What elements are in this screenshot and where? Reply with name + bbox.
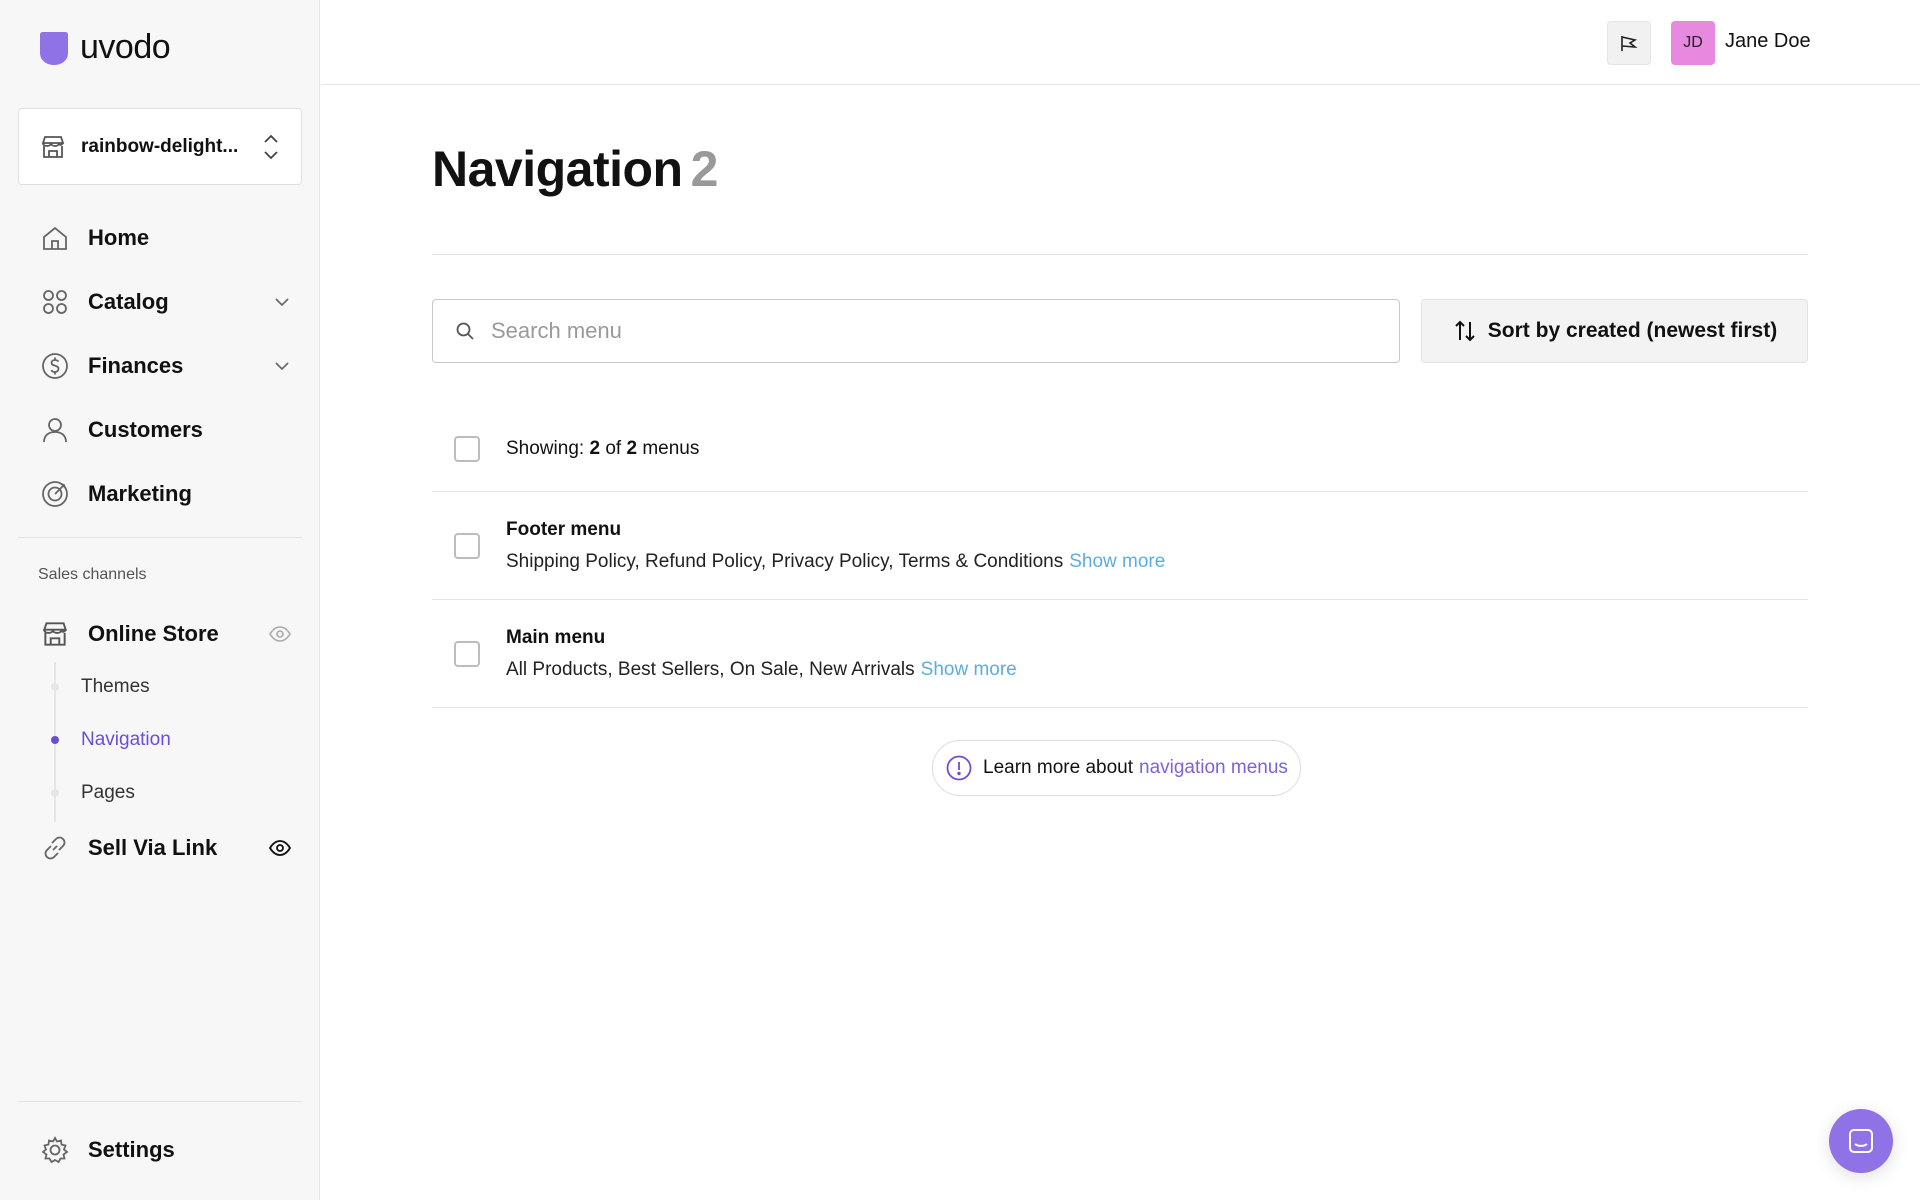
showing-current: 2 bbox=[589, 438, 601, 459]
eye-icon[interactable] bbox=[268, 622, 292, 646]
chevron-up-down-icon bbox=[264, 134, 278, 159]
showing-suffix: menus bbox=[642, 438, 700, 459]
menu-row[interactable]: Footer menu Shipping Policy, Refund Poli… bbox=[432, 492, 1808, 600]
sidebar-item-finances[interactable]: Finances bbox=[18, 334, 302, 398]
subnav-dot bbox=[51, 789, 59, 797]
info-icon bbox=[946, 755, 972, 781]
home-icon bbox=[43, 226, 67, 250]
menu-row-text: Footer menu Shipping Policy, Refund Poli… bbox=[506, 519, 1165, 573]
learn-more-text: Learn more about bbox=[983, 757, 1133, 778]
menu-items-text: Shipping Policy, Refund Policy, Privacy … bbox=[506, 550, 1064, 572]
dollar-icon bbox=[42, 353, 68, 379]
gear-icon bbox=[41, 1136, 69, 1164]
link-icon bbox=[44, 836, 66, 860]
sort-button[interactable]: Sort by created (newest first) bbox=[1421, 299, 1808, 363]
brand-logo[interactable]: uvodo bbox=[38, 28, 171, 67]
megaphone-icon bbox=[1621, 36, 1638, 51]
sort-arrows-icon bbox=[1455, 320, 1475, 342]
menu-row[interactable]: Main menu All Products, Best Sellers, On… bbox=[432, 600, 1808, 708]
sidebar-subitem-label: Navigation bbox=[81, 728, 171, 750]
search-input[interactable] bbox=[491, 318, 1371, 344]
user-avatar[interactable]: JD bbox=[1671, 21, 1715, 65]
page-title-count: 2 bbox=[690, 141, 719, 197]
search-box[interactable] bbox=[432, 299, 1400, 363]
catalog-icon bbox=[43, 290, 67, 314]
primary-nav: Home Catalog Finances Customers Marketin… bbox=[18, 206, 302, 526]
sidebar: uvodo rainbow-delight... Home Catalog Fi… bbox=[0, 0, 320, 1200]
sidebar-item-online-store[interactable]: Online Store bbox=[18, 606, 302, 662]
sidebar-divider bbox=[18, 537, 302, 538]
page-title-text: Navigation bbox=[432, 141, 683, 197]
sidebar-item-label: Online Store bbox=[88, 621, 219, 646]
store-name: rainbow-delight... bbox=[81, 135, 239, 157]
chevron-down-icon bbox=[275, 362, 289, 371]
subnav-dot bbox=[51, 683, 59, 691]
row-checkbox[interactable] bbox=[454, 532, 480, 559]
sidebar-item-label: Customers bbox=[88, 417, 203, 442]
online-store-subnav: Themes Navigation Pages bbox=[51, 660, 294, 822]
show-more-link[interactable]: Show more bbox=[921, 659, 1017, 680]
showing-prefix: Showing: bbox=[506, 438, 585, 459]
showing-of: of bbox=[605, 438, 622, 459]
sidebar-item-label: Settings bbox=[88, 1137, 175, 1162]
sidebar-item-settings[interactable]: Settings bbox=[18, 1120, 302, 1180]
chat-icon bbox=[1849, 1129, 1873, 1153]
user-icon bbox=[43, 418, 67, 443]
chat-launcher-button[interactable] bbox=[1829, 1109, 1893, 1173]
page-title: Navigation 2 bbox=[432, 140, 718, 198]
sidebar-item-label: Marketing bbox=[88, 481, 192, 506]
sidebar-item-label: Finances bbox=[88, 353, 184, 378]
sidebar-item-label: Home bbox=[88, 225, 150, 250]
section-label-sales-channels: Sales channels bbox=[38, 566, 147, 583]
title-divider bbox=[432, 254, 1808, 255]
sidebar-item-label: Catalog bbox=[88, 289, 169, 314]
subnav-dot-active bbox=[51, 736, 59, 744]
chevron-down-icon bbox=[275, 298, 289, 307]
sidebar-item-home[interactable]: Home bbox=[18, 206, 302, 270]
sidebar-subitem-label: Themes bbox=[81, 675, 150, 697]
menu-row-text: Main menu All Products, Best Sellers, On… bbox=[506, 627, 1017, 681]
sort-label: Sort by created (newest first) bbox=[1487, 319, 1778, 342]
menu-name[interactable]: Footer menu bbox=[506, 519, 1165, 541]
sidebar-item-sell-via-link[interactable]: Sell Via Link bbox=[18, 820, 302, 876]
uvodo-logo-icon bbox=[40, 31, 68, 65]
show-more-link[interactable]: Show more bbox=[1069, 551, 1165, 572]
sidebar-item-label: Sell Via Link bbox=[88, 835, 218, 860]
sidebar-item-catalog[interactable]: Catalog bbox=[18, 270, 302, 334]
showing-total: 2 bbox=[626, 438, 638, 459]
store-icon bbox=[41, 135, 65, 158]
sidebar-subitem-navigation[interactable]: Navigation bbox=[51, 713, 294, 766]
sidebar-subitem-label: Pages bbox=[81, 781, 135, 803]
search-icon bbox=[456, 322, 474, 340]
sidebar-item-marketing[interactable]: Marketing bbox=[18, 462, 302, 526]
menu-items: All Products, Best Sellers, On Sale, New… bbox=[506, 659, 1017, 681]
menu-name[interactable]: Main menu bbox=[506, 627, 1017, 649]
target-icon bbox=[42, 481, 68, 507]
navigation-menus-link[interactable]: navigation menus bbox=[1139, 757, 1288, 779]
sidebar-subitem-themes[interactable]: Themes bbox=[51, 660, 294, 713]
sidebar-subitem-pages[interactable]: Pages bbox=[51, 766, 294, 819]
menu-items-text: All Products, Best Sellers, On Sale, New… bbox=[506, 658, 915, 680]
sidebar-divider bbox=[18, 1101, 302, 1102]
store-switcher[interactable]: rainbow-delight... bbox=[18, 108, 302, 185]
brand-name: uvodo bbox=[80, 28, 171, 66]
announcements-button[interactable] bbox=[1607, 21, 1651, 65]
row-checkbox[interactable] bbox=[454, 640, 480, 667]
learn-more-pill: Learn more about navigation menus bbox=[932, 740, 1301, 796]
eye-icon[interactable] bbox=[268, 836, 292, 860]
store-icon bbox=[42, 622, 68, 646]
showing-count: Showing: 2 of 2 menus bbox=[506, 438, 699, 460]
user-name[interactable]: Jane Doe bbox=[1725, 30, 1811, 53]
menu-items: Shipping Policy, Refund Policy, Privacy … bbox=[506, 551, 1165, 573]
top-bar: JD Jane Doe bbox=[321, 0, 1920, 85]
list-header: Showing: 2 of 2 menus bbox=[432, 407, 1808, 492]
sidebar-item-customers[interactable]: Customers bbox=[18, 398, 302, 462]
select-all-checkbox[interactable] bbox=[454, 436, 480, 462]
